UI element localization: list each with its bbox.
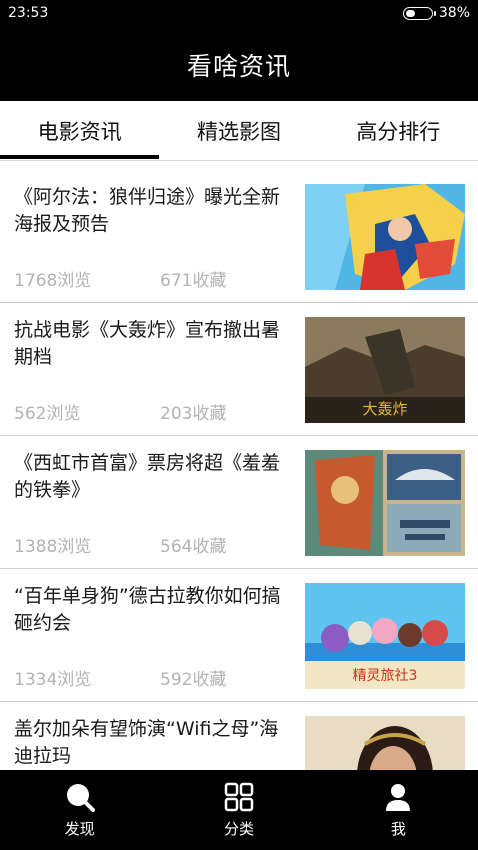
view-count: 1768浏览 (14, 271, 92, 291)
news-item[interactable]: 《西虹市首富》票房将超《羞羞的铁拳》 1388浏览 564收藏 (0, 436, 478, 569)
status-bar: 23:53 38% (0, 0, 478, 28)
news-meta: 1768浏览 671收藏 (14, 266, 226, 291)
grid-icon (224, 782, 254, 811)
favorite-count: 592收藏 (160, 670, 227, 690)
app-header: 看啥资讯 (0, 28, 478, 101)
news-meta: 562浏览 203收藏 (14, 399, 226, 424)
news-title: 抗战电影《大轰炸》宣布撤出暑期档 (14, 319, 281, 368)
news-item[interactable]: “百年单身狗”德古拉教你如何搞砸约会 1334浏览 592收藏 精灵旅社3 (0, 569, 478, 702)
news-item[interactable]: 盖尔加朵有望饰演“Wifi之母”海迪拉玛 (0, 702, 478, 770)
comic-heroine-poster-thumbnail[interactable] (305, 184, 465, 290)
tab-label: 高分排行 (356, 119, 441, 144)
tab-selected-stills[interactable]: 精选影图 (159, 101, 318, 160)
war-film-poster-thumbnail[interactable]: 大轰炸 (305, 317, 465, 423)
news-meta: 1334浏览 592收藏 (14, 665, 226, 690)
user-icon (386, 783, 411, 811)
active-tab-indicator (0, 155, 159, 159)
animated-film-poster-thumbnail[interactable]: 精灵旅社3 (305, 583, 465, 689)
collage-poster-thumbnail[interactable] (305, 450, 465, 556)
news-item[interactable]: 《阿尔法：狼伴归途》曝光全新海报及预告 1768浏览 671收藏 (0, 170, 478, 303)
news-feed[interactable]: 《阿尔法：狼伴归途》曝光全新海报及预告 1768浏览 671收藏 抗战电影《大轰… (0, 170, 478, 770)
battery-fill (405, 9, 415, 17)
battery-percent: 38% (438, 5, 470, 21)
poster-text: 精灵旅社3 (353, 668, 418, 684)
nav-discover[interactable]: 发现 (0, 770, 159, 850)
nav-label: 我 (390, 819, 406, 838)
news-title: 《西虹市首富》票房将超《羞羞的铁拳》 (14, 452, 281, 501)
nav-me[interactable]: 我 (319, 770, 478, 850)
status-right: 38% (402, 5, 470, 21)
tab-movie-news[interactable]: 电影资讯 (0, 101, 159, 160)
tab-label: 电影资讯 (37, 119, 122, 144)
tab-bar: 电影资讯 精选影图 高分排行 (0, 101, 478, 161)
view-count: 1388浏览 (14, 537, 92, 557)
nav-label: 分类 (223, 819, 254, 838)
nav-category[interactable]: 分类 (159, 770, 318, 850)
search-icon (66, 783, 95, 812)
app-title: 看啥资讯 (186, 51, 291, 81)
news-title: 《阿尔法：狼伴归途》曝光全新海报及预告 (14, 186, 281, 235)
favorite-count: 671收藏 (160, 271, 227, 291)
battery-nub (433, 10, 436, 16)
news-title: 盖尔加朵有望饰演“Wifi之母”海迪拉玛 (14, 718, 279, 767)
nav-label: 发现 (64, 819, 95, 838)
news-title: “百年单身狗”德古拉教你如何搞砸约会 (14, 585, 281, 634)
tab-top-rated[interactable]: 高分排行 (319, 101, 478, 160)
view-count: 562浏览 (14, 404, 81, 424)
bottom-navigation: 发现 分类 我 (0, 770, 478, 850)
news-item[interactable]: 抗战电影《大轰炸》宣布撤出暑期档 562浏览 203收藏 大轰炸 (0, 303, 478, 436)
favorite-count: 564收藏 (160, 537, 227, 557)
view-count: 1334浏览 (14, 670, 92, 690)
favorite-count: 203收藏 (160, 404, 227, 424)
actress-portrait-thumbnail[interactable] (305, 716, 465, 770)
status-time: 23:53 (8, 5, 49, 21)
poster-text: 大轰炸 (362, 400, 407, 418)
battery-icon (402, 6, 436, 20)
tab-label: 精选影图 (196, 119, 281, 144)
news-meta: 1388浏览 564收藏 (14, 532, 226, 557)
